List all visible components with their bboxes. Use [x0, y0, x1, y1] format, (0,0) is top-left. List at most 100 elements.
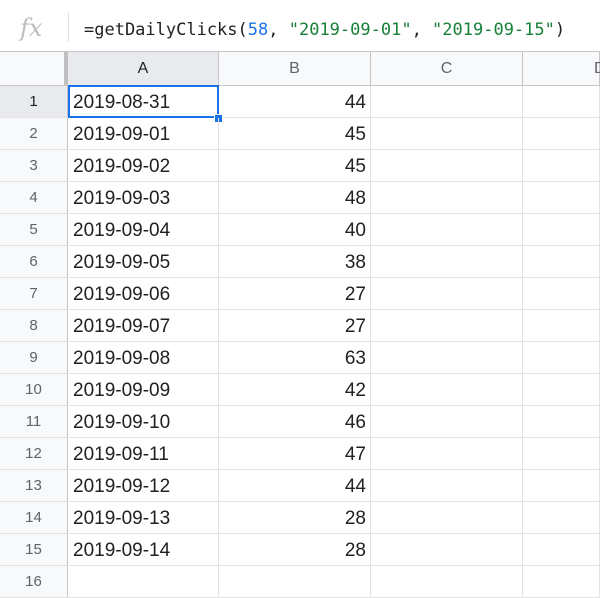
cell-clicks[interactable]: 27	[219, 278, 371, 309]
cell-empty-c[interactable]	[371, 374, 523, 405]
cell-clicks[interactable]: 47	[219, 438, 371, 469]
cell-date[interactable]: 2019-09-08	[68, 342, 219, 373]
cell-date[interactable]	[68, 566, 219, 597]
table-row: 16	[0, 566, 600, 598]
row-header[interactable]: 10	[0, 374, 68, 405]
row-header[interactable]: 14	[0, 502, 68, 533]
cell-date[interactable]: 2019-09-03	[68, 182, 219, 213]
cell-empty-d[interactable]	[523, 214, 600, 245]
cell-empty-d[interactable]	[523, 566, 600, 597]
cell-date[interactable]: 2019-08-31	[68, 86, 219, 117]
cell-clicks[interactable]: 40	[219, 214, 371, 245]
cell-empty-c[interactable]	[371, 406, 523, 437]
fx-icon: fx	[20, 14, 43, 42]
cell-empty-c[interactable]	[371, 182, 523, 213]
cell-clicks[interactable]: 38	[219, 246, 371, 277]
row-header[interactable]: 1	[0, 86, 68, 117]
cell-empty-c[interactable]	[371, 150, 523, 181]
cell-clicks[interactable]: 46	[219, 406, 371, 437]
cell-empty-c[interactable]	[371, 502, 523, 533]
cell-empty-d[interactable]	[523, 534, 600, 565]
cell-clicks[interactable]: 45	[219, 150, 371, 181]
cell-clicks[interactable]: 44	[219, 470, 371, 501]
cell-empty-d[interactable]	[523, 438, 600, 469]
cell-empty-c[interactable]	[371, 438, 523, 469]
row-header[interactable]: 7	[0, 278, 68, 309]
cell-clicks[interactable]: 45	[219, 118, 371, 149]
formula-input[interactable]: =getDailyClicks(58, "2019-09-01", "2019-…	[84, 20, 565, 40]
cell-clicks[interactable]: 63	[219, 342, 371, 373]
cell-date[interactable]: 2019-09-10	[68, 406, 219, 437]
cell-date[interactable]: 2019-09-14	[68, 534, 219, 565]
row-header[interactable]: 13	[0, 470, 68, 501]
cell-clicks[interactable]: 27	[219, 310, 371, 341]
cell-date[interactable]: 2019-09-06	[68, 278, 219, 309]
cell-clicks[interactable]: 48	[219, 182, 371, 213]
cell-empty-d[interactable]	[523, 246, 600, 277]
cell-clicks[interactable]: 44	[219, 86, 371, 117]
cell-date[interactable]: 2019-09-05	[68, 246, 219, 277]
cell-date[interactable]: 2019-09-11	[68, 438, 219, 469]
table-row: 10 2019-09-09 42	[0, 374, 600, 406]
row-header[interactable]: 2	[0, 118, 68, 149]
row-header[interactable]: 16	[0, 566, 68, 597]
formula-arg-number: 58	[247, 20, 269, 40]
table-row: 7 2019-09-06 27	[0, 278, 600, 310]
cell-clicks[interactable]: 28	[219, 502, 371, 533]
cell-empty-c[interactable]	[371, 342, 523, 373]
cell-clicks[interactable]	[219, 566, 371, 597]
cell-empty-d[interactable]	[523, 150, 600, 181]
cell-empty-d[interactable]	[523, 502, 600, 533]
formula-bar-divider	[68, 12, 69, 42]
select-all-corner[interactable]	[0, 52, 68, 85]
cell-empty-d[interactable]	[523, 278, 600, 309]
row-header[interactable]: 12	[0, 438, 68, 469]
cell-empty-c[interactable]	[371, 278, 523, 309]
table-row: 12 2019-09-11 47	[0, 438, 600, 470]
resize-arrows-icon	[426, 0, 486, 6]
column-header-c[interactable]: C	[371, 52, 523, 85]
row-header[interactable]: 5	[0, 214, 68, 245]
column-header-row: A B C D	[0, 52, 600, 86]
row-header[interactable]: 11	[0, 406, 68, 437]
row-header[interactable]: 3	[0, 150, 68, 181]
cell-empty-c[interactable]	[371, 86, 523, 117]
formula-separator: ,	[411, 20, 433, 40]
cell-empty-d[interactable]	[523, 374, 600, 405]
row-header[interactable]: 6	[0, 246, 68, 277]
cell-date[interactable]: 2019-09-04	[68, 214, 219, 245]
cell-date[interactable]: 2019-09-07	[68, 310, 219, 341]
cell-empty-d[interactable]	[523, 86, 600, 117]
formula-arg-start-date: "2019-09-01"	[288, 20, 412, 40]
cell-empty-d[interactable]	[523, 182, 600, 213]
row-header[interactable]: 8	[0, 310, 68, 341]
cell-empty-c[interactable]	[371, 118, 523, 149]
table-row: 14 2019-09-13 28	[0, 502, 600, 534]
table-row: 15 2019-09-14 28	[0, 534, 600, 566]
column-header-d[interactable]: D	[523, 52, 600, 85]
cell-empty-c[interactable]	[371, 534, 523, 565]
cell-empty-d[interactable]	[523, 406, 600, 437]
cell-clicks[interactable]: 42	[219, 374, 371, 405]
cell-date[interactable]: 2019-09-02	[68, 150, 219, 181]
table-row: 1 2019-08-31 44	[0, 85, 600, 123]
row-header[interactable]: 9	[0, 342, 68, 373]
column-header-b[interactable]: B	[219, 52, 371, 85]
cell-clicks[interactable]: 28	[219, 534, 371, 565]
cell-empty-d[interactable]	[523, 470, 600, 501]
cell-date[interactable]: 2019-09-09	[68, 374, 219, 405]
cell-date[interactable]: 2019-09-13	[68, 502, 219, 533]
row-header[interactable]: 4	[0, 182, 68, 213]
cell-empty-c[interactable]	[371, 566, 523, 597]
column-header-a[interactable]: A	[68, 52, 219, 85]
cell-empty-d[interactable]	[523, 310, 600, 341]
row-header[interactable]: 15	[0, 534, 68, 565]
cell-empty-c[interactable]	[371, 470, 523, 501]
cell-empty-d[interactable]	[523, 342, 600, 373]
cell-empty-c[interactable]	[371, 310, 523, 341]
cell-empty-c[interactable]	[371, 246, 523, 277]
cell-date[interactable]: 2019-09-01	[68, 118, 219, 149]
cell-date[interactable]: 2019-09-12	[68, 470, 219, 501]
cell-empty-d[interactable]	[523, 118, 600, 149]
cell-empty-c[interactable]	[371, 214, 523, 245]
